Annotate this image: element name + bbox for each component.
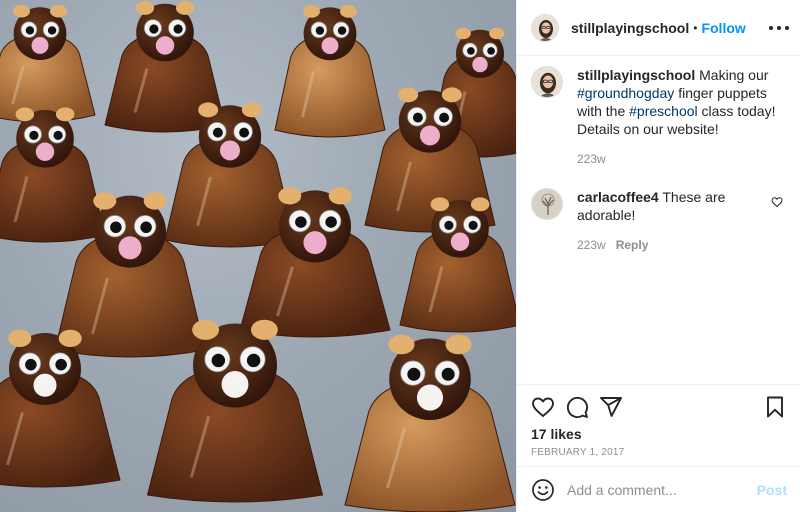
action-icons — [531, 395, 787, 421]
follow-button[interactable]: Follow — [701, 20, 745, 36]
groundhog-puppets-image — [0, 1, 516, 512]
puppet — [0, 4, 96, 123]
puppet — [0, 107, 106, 243]
comment-icon[interactable] — [565, 395, 589, 419]
post-header: stillplayingschool • Follow — [517, 0, 800, 56]
commenter-avatar[interactable] — [531, 188, 563, 220]
emoji-icon[interactable] — [531, 478, 555, 502]
post-date[interactable]: FEBRUARY 1, 2017 — [531, 447, 624, 458]
heart-icon[interactable] — [531, 395, 555, 419]
post-comment-button[interactable]: Post — [757, 482, 787, 498]
post-photo[interactable] — [0, 0, 516, 512]
caption-meta: 223w — [577, 150, 777, 168]
comments-list: stillplayingschool Making our #groundhog… — [517, 66, 800, 274]
bookmark-icon[interactable] — [763, 395, 787, 419]
comment-text: carlacoffee4 These are adorable! — [577, 188, 777, 224]
add-comment-bar: Post — [517, 466, 800, 512]
paper-plane-icon[interactable] — [599, 395, 623, 419]
caption-text-part: Making our — [695, 67, 769, 83]
comment-body: carlacoffee4 These are adorable! 223w Rep… — [577, 188, 777, 254]
caption-body: stillplayingschool Making our #groundhog… — [577, 66, 777, 168]
commenter-username[interactable]: carlacoffee4 — [577, 189, 659, 205]
puppet — [274, 5, 386, 138]
post-side-panel: stillplayingschool • Follow stillplaying… — [516, 0, 800, 512]
more-options-icon[interactable] — [769, 18, 789, 38]
caption-username[interactable]: stillplayingschool — [577, 67, 695, 83]
caption-author-avatar[interactable] — [531, 66, 563, 98]
comment-input[interactable] — [567, 481, 757, 498]
author-avatar[interactable] — [531, 13, 559, 42]
hashtag-preschool[interactable]: #preschool — [629, 103, 698, 119]
comment-age[interactable]: 223w — [577, 238, 606, 252]
comment-item: carlacoffee4 These are adorable! 223w Rep… — [531, 188, 787, 254]
instagram-post: stillplayingschool • Follow stillplaying… — [0, 0, 800, 512]
header-separator: • — [693, 20, 698, 35]
comment-meta: 223w Reply — [577, 236, 777, 254]
caption-text: stillplayingschool Making our #groundhog… — [577, 66, 777, 138]
hashtag-groundhogday[interactable]: #groundhogday — [577, 85, 674, 101]
caption-age[interactable]: 223w — [577, 152, 606, 166]
author-username[interactable]: stillplayingschool — [571, 20, 689, 36]
likes-count[interactable]: 17 likes — [531, 426, 582, 442]
caption: stillplayingschool Making our #groundhog… — [531, 66, 787, 168]
reply-button[interactable]: Reply — [616, 238, 649, 252]
puppet — [344, 334, 516, 512]
comment-like-heart-icon[interactable] — [771, 196, 783, 208]
